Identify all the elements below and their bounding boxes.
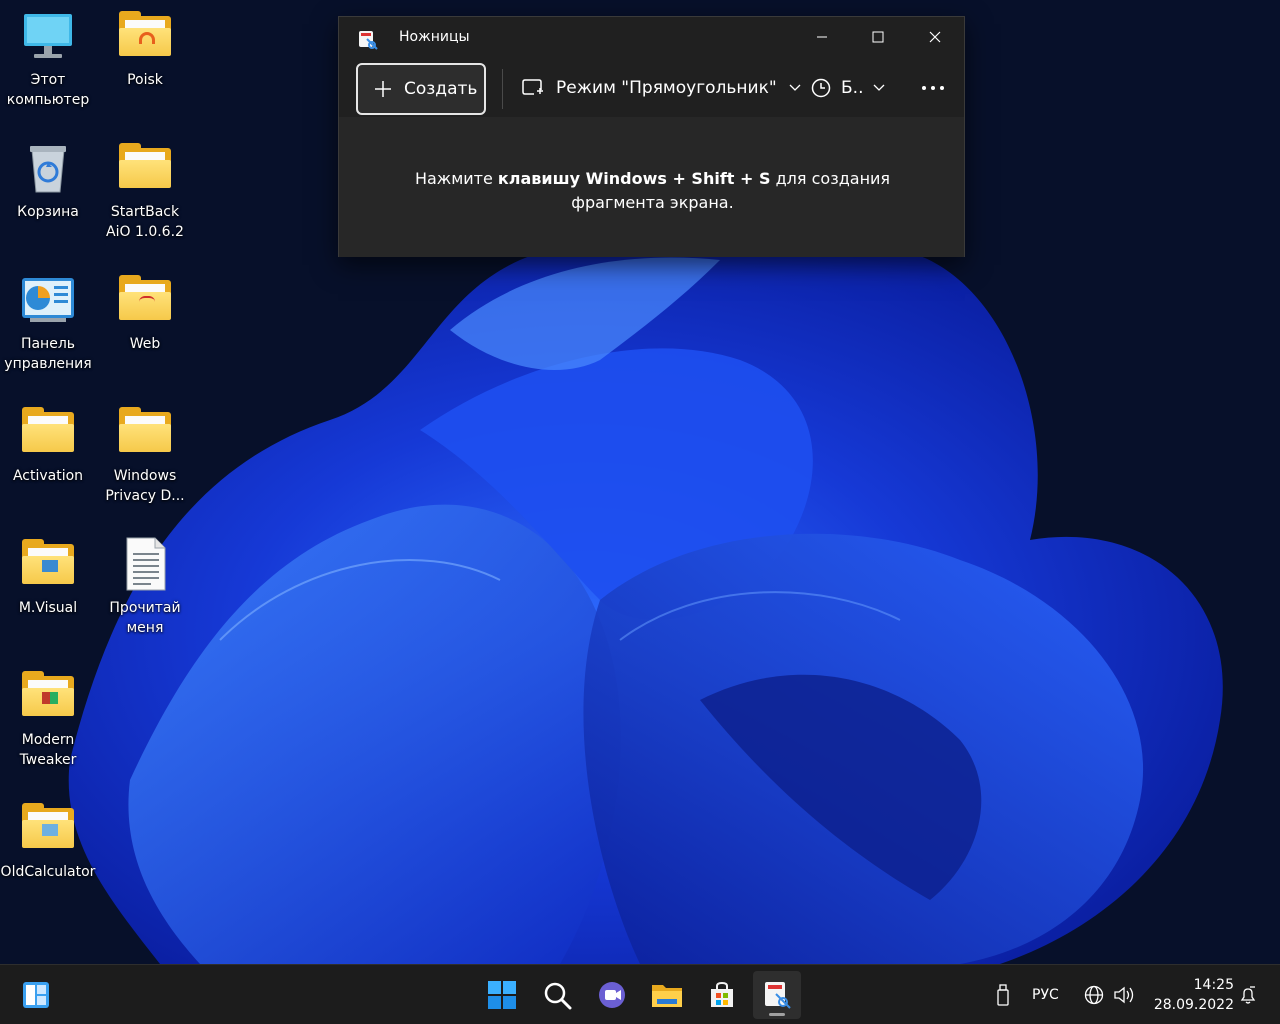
- snipping-tool-icon: [765, 982, 791, 1009]
- desktop-icon-old-calculator[interactable]: OldCalculator: [0, 800, 96, 882]
- clock[interactable]: 14:25 28.09.2022: [1146, 975, 1234, 1015]
- desktop-icon-recycle-bin[interactable]: Корзина: [0, 140, 96, 222]
- more-icon: [922, 86, 944, 90]
- notification-bell-icon: [1240, 986, 1256, 1004]
- close-button[interactable]: [907, 17, 963, 57]
- folder-icon: [117, 140, 173, 196]
- store-icon: [711, 981, 733, 1007]
- usb-tray-button[interactable]: [996, 965, 1010, 1024]
- desktop-icon-label: StartBack AiO 1.0.6.2: [106, 204, 184, 240]
- control-panel-icon: [20, 272, 76, 328]
- desktop-icon-m-visual[interactable]: M.Visual: [0, 536, 96, 618]
- start-icon: [488, 981, 516, 1009]
- language-label: РУС: [1032, 987, 1059, 1003]
- monitor-icon: [20, 8, 76, 64]
- desktop-icon-modern-tweaker[interactable]: Modern Tweaker: [0, 668, 96, 770]
- language-indicator[interactable]: РУС: [1032, 965, 1059, 1024]
- volume-button[interactable]: [1113, 965, 1135, 1024]
- clock-time: 14:25: [1193, 977, 1234, 993]
- desktop-icon-label: Этот компьютер: [6, 72, 90, 108]
- snipping-tool-window: Ножницы Создать Режим "Прямоугольник" Б.…: [338, 16, 965, 257]
- desktop-icon-poisk[interactable]: Poisk: [97, 8, 193, 90]
- create-label: Создать: [404, 79, 478, 99]
- notifications-button[interactable]: [1238, 965, 1258, 1024]
- globe-icon: [1084, 985, 1104, 1005]
- shortcut-hint: Нажмите клавишу Windows + Shift + S для …: [414, 169, 891, 212]
- clock-icon: [811, 78, 831, 98]
- volume-icon: [1114, 986, 1134, 1004]
- desktop-icon-label: Modern Tweaker: [19, 732, 77, 768]
- search-button[interactable]: [533, 971, 581, 1019]
- desktop-icon-label: Прочитай меня: [109, 600, 181, 636]
- chat-button[interactable]: [588, 971, 636, 1019]
- desktop-icon-this-pc[interactable]: Этот компьютер: [0, 8, 96, 110]
- folder-icon: [117, 8, 173, 64]
- file-explorer-icon: [652, 985, 682, 1007]
- plus-icon: [375, 81, 391, 97]
- maximize-icon: [872, 31, 884, 43]
- desktop-icon-label: Панель управления: [4, 336, 92, 372]
- widgets-button[interactable]: [12, 971, 60, 1019]
- delay-dropdown[interactable]: Б..: [811, 73, 885, 103]
- snipping-tool-icon: [357, 29, 379, 51]
- store-button[interactable]: [698, 971, 746, 1019]
- create-button[interactable]: Создать: [356, 63, 486, 115]
- snip-content-area: Нажмите клавишу Windows + Shift + S для …: [339, 117, 964, 257]
- taskbar: РУС 14:25 28.09.2022: [0, 964, 1280, 1024]
- folder-icon: [117, 272, 173, 328]
- toolbar-divider: [502, 69, 503, 109]
- minimize-icon: [817, 36, 827, 38]
- close-icon: [929, 31, 941, 43]
- desktop-icon-activation[interactable]: Activation: [0, 404, 96, 486]
- desktop-icon-control-panel[interactable]: Панель управления: [0, 272, 96, 374]
- delay-label: Б..: [841, 78, 864, 98]
- recycle-bin-icon: [20, 140, 76, 196]
- chevron-down-icon: [874, 84, 885, 91]
- more-options-button[interactable]: [919, 73, 947, 103]
- file-explorer-button[interactable]: [643, 971, 691, 1019]
- folder-icon: [20, 404, 76, 460]
- folder-icon: [20, 800, 76, 856]
- network-button[interactable]: [1084, 965, 1104, 1024]
- search-icon: [544, 982, 572, 1010]
- widgets-icon: [23, 982, 49, 1008]
- desktop-icon-label: M.Visual: [18, 600, 78, 616]
- snip-mode-dropdown[interactable]: Режим "Прямоугольник": [522, 73, 801, 103]
- active-indicator: [769, 1013, 785, 1016]
- desktop-icon-label: Windows Privacy D...: [105, 468, 185, 504]
- folder-icon: [20, 668, 76, 724]
- folder-icon: [20, 536, 76, 592]
- desktop-icon-label: Web: [129, 336, 161, 352]
- desktop-icon-windows-privacy[interactable]: Windows Privacy D...: [97, 404, 193, 506]
- desktop-icon-label: Корзина: [17, 204, 79, 220]
- minimize-button[interactable]: [794, 17, 850, 57]
- snipping-tool-taskbar-button[interactable]: [753, 971, 801, 1019]
- desktop-icon-label: Poisk: [127, 72, 163, 88]
- chat-icon: [599, 982, 625, 1008]
- snip-mode-label: Режим "Прямоугольник": [556, 78, 777, 98]
- desktop-icon-startback[interactable]: StartBack AiO 1.0.6.2: [97, 140, 193, 242]
- desktop-icon-label: Activation: [12, 468, 84, 484]
- desktop-icon-web[interactable]: Web: [97, 272, 193, 354]
- desktop-icon-readme[interactable]: Прочитай меня: [97, 536, 193, 638]
- text-file-icon: [117, 536, 173, 592]
- rectangle-snip-icon: [522, 79, 543, 95]
- folder-icon: [117, 404, 173, 460]
- clock-date: 28.09.2022: [1153, 997, 1234, 1013]
- chevron-down-icon: [789, 84, 801, 91]
- usb-drive-icon: [997, 984, 1009, 1006]
- window-title: Ножницы: [399, 29, 470, 45]
- title-bar[interactable]: Ножницы: [339, 17, 964, 57]
- desktop-icon-label: OldCalculator: [0, 864, 96, 880]
- start-button[interactable]: [478, 971, 526, 1019]
- maximize-button[interactable]: [850, 17, 906, 57]
